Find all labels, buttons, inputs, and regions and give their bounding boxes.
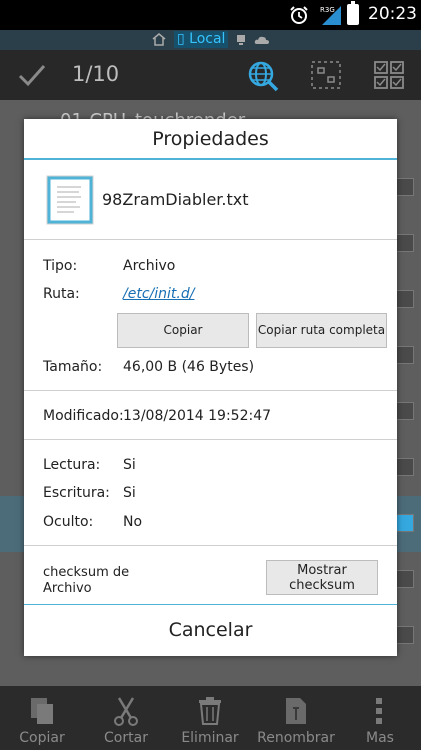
- more-action[interactable]: Mas: [358, 686, 402, 750]
- row-checkbox[interactable]: [396, 402, 414, 420]
- row-checkbox[interactable]: [396, 346, 414, 364]
- selection-counter: 1/10: [72, 62, 120, 86]
- hidden-value: No: [123, 514, 143, 530]
- select-all-icon[interactable]: [373, 60, 405, 90]
- svg-text:R3G: R3G: [320, 6, 335, 14]
- row-checkbox[interactable]: [396, 458, 414, 476]
- delete-action[interactable]: Eliminar: [180, 686, 240, 750]
- row-checkbox[interactable]: [396, 626, 414, 644]
- row-checkbox-checked[interactable]: [396, 514, 414, 532]
- read-value: Si: [123, 457, 136, 473]
- title-divider: [24, 158, 397, 160]
- write-value: Si: [123, 485, 136, 501]
- row-checkbox[interactable]: [396, 290, 414, 308]
- alarm-icon: [290, 6, 308, 24]
- more-action-label: Mas: [366, 730, 394, 746]
- signal-icon: R3G: [320, 6, 341, 25]
- show-checksum-button[interactable]: Mostrar checksum: [266, 560, 378, 595]
- trash-icon: [199, 697, 221, 725]
- row-checkbox[interactable]: [396, 570, 414, 588]
- location-local[interactable]: ▯ Local: [174, 31, 229, 48]
- modified-label: Modificado:: [43, 408, 124, 424]
- cut-action-label: Cortar: [104, 730, 148, 746]
- divider: [24, 439, 397, 440]
- action-bar: Copiar Cortar Eliminar Renombrar Mas: [0, 686, 421, 750]
- divider: [24, 390, 397, 391]
- status-bar: R3G 20:23: [0, 0, 421, 30]
- type-label: Tipo:: [43, 258, 78, 274]
- write-label: Escritura:: [43, 485, 110, 501]
- divider: [24, 545, 397, 546]
- checkmark-icon[interactable]: [17, 62, 47, 88]
- file-name: 98ZramDiabler.txt: [102, 190, 249, 209]
- divider: [24, 239, 397, 240]
- scissors-icon: [114, 697, 138, 726]
- home-icon[interactable]: [152, 33, 166, 46]
- row-checkbox[interactable]: [396, 234, 414, 252]
- properties-dialog: Propiedades 98ZramDiabler.txt Tipo: Arch…: [24, 119, 397, 656]
- hidden-label: Oculto:: [43, 514, 94, 530]
- path-label: Ruta:: [43, 286, 80, 302]
- type-value: Archivo: [123, 258, 176, 274]
- cut-action[interactable]: Cortar: [96, 686, 156, 750]
- copy-action[interactable]: Copiar: [12, 686, 72, 750]
- copy-full-path-button[interactable]: Copiar ruta completa: [256, 313, 387, 348]
- text-file-icon: [46, 175, 94, 225]
- cloud-icon[interactable]: [254, 35, 270, 45]
- row-checkbox[interactable]: [396, 178, 414, 196]
- location-bar: ▯ Local: [0, 30, 421, 50]
- copy-button[interactable]: Copiar: [117, 313, 249, 348]
- read-label: Lectura:: [43, 457, 101, 473]
- delete-action-label: Eliminar: [181, 730, 239, 746]
- size-label: Tamaño:: [43, 359, 103, 375]
- rename-icon: [286, 698, 306, 724]
- copy-icon: [31, 698, 53, 724]
- path-link[interactable]: /etc/init.d/: [123, 286, 194, 302]
- checksum-label: checksum de Archivo: [43, 565, 130, 596]
- computer-icon[interactable]: [236, 34, 246, 46]
- copy-action-label: Copiar: [19, 730, 65, 746]
- dialog-title: Propiedades: [152, 128, 269, 150]
- size-value: 46,00 B (46 Bytes): [123, 359, 255, 375]
- battery-icon: [347, 1, 359, 25]
- rename-action[interactable]: Renombrar: [254, 686, 338, 750]
- clock: 20:23: [368, 4, 417, 24]
- cancel-button[interactable]: Cancelar: [24, 605, 397, 656]
- rename-action-label: Renombrar: [257, 730, 335, 746]
- modified-value: 13/08/2014 19:52:47: [123, 408, 272, 424]
- select-interval-icon[interactable]: [310, 60, 342, 90]
- location-local-label: Local: [189, 31, 226, 47]
- globe-search-icon[interactable]: [247, 60, 279, 92]
- selection-toolbar: 1/10: [0, 50, 421, 100]
- more-icon: [376, 698, 382, 724]
